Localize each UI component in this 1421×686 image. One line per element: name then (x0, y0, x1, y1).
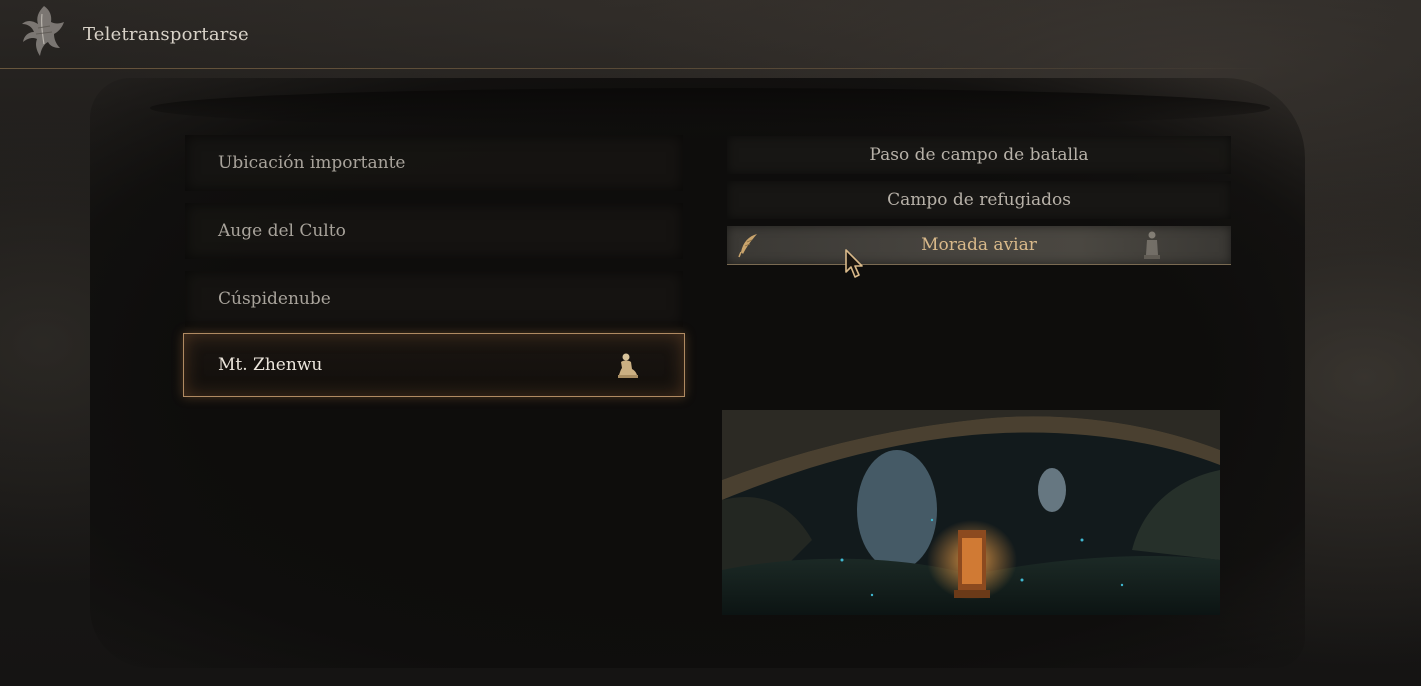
location-label: Paso de campo de batalla (869, 145, 1089, 165)
statue-icon (1144, 231, 1160, 259)
page-title: Teletransportarse (83, 24, 249, 45)
location-preview-image (722, 410, 1220, 615)
region-label: Ubicación importante (218, 153, 406, 173)
region-label: Auge del Culto (218, 221, 346, 241)
region-label: Cúspidenube (218, 289, 331, 309)
location-item-highlighted[interactable]: Morada aviar (727, 226, 1231, 265)
location-item[interactable]: Campo de refugiados (727, 181, 1231, 219)
shrine-statue-icon (618, 353, 638, 378)
header: Teletransportarse (0, 0, 1421, 70)
region-item[interactable]: Ubicación importante (185, 135, 683, 191)
location-label: Campo de refugiados (887, 190, 1071, 210)
region-item[interactable]: Cúspidenube (185, 271, 683, 327)
region-item[interactable]: Auge del Culto (185, 203, 683, 259)
location-item[interactable]: Paso de campo de batalla (727, 136, 1231, 174)
header-divider (0, 68, 1270, 69)
pointer-cursor-icon (845, 249, 863, 278)
ink-stroke (150, 88, 1270, 128)
region-label: Mt. Zhenwu (218, 355, 323, 375)
phoenix-emblem-icon (22, 6, 64, 56)
region-item-selected[interactable]: Mt. Zhenwu (183, 333, 685, 397)
